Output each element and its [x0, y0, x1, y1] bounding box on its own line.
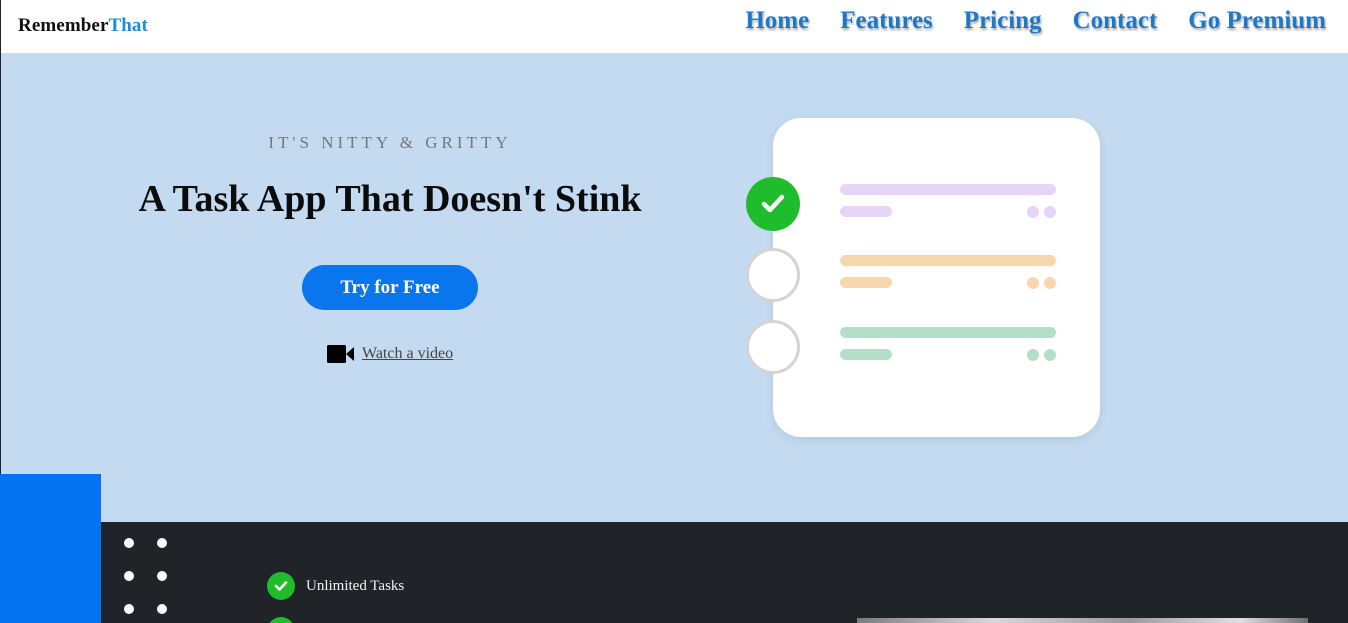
task-subline-2 [840, 277, 892, 288]
hero-section: IT'S NITTY & GRITTY A Task App That Does… [0, 53, 1348, 522]
task-dot [1027, 349, 1039, 361]
video-camera-icon [327, 345, 354, 363]
task-unchecked-icon [746, 248, 800, 302]
task-dot [1044, 349, 1056, 361]
task-line-3 [840, 327, 1056, 338]
nav-link-contact[interactable]: Contact [1073, 7, 1158, 35]
task-dot [1044, 206, 1056, 218]
task-unchecked-icon [746, 320, 800, 374]
task-checked-icon [746, 177, 800, 231]
nav-link-home[interactable]: Home [745, 7, 809, 35]
nav-link-features[interactable]: Features [840, 7, 933, 35]
brand-name-part1: Remember [18, 15, 109, 36]
navbar: RememberThat Home Features Pricing Conta… [0, 0, 1348, 53]
task-subline-3 [840, 349, 892, 360]
decorative-dot [157, 604, 167, 614]
task-subline-1 [840, 206, 892, 217]
feature-label: Unlimited Tasks [306, 577, 405, 594]
feature-item: Unlimited Tasks [267, 572, 404, 600]
nav-link-pricing[interactable]: Pricing [964, 7, 1042, 35]
decorative-dot [157, 538, 167, 548]
brand-logo[interactable]: RememberThat [18, 15, 148, 37]
hero-headline: A Task App That Doesn't Stink [138, 178, 642, 220]
task-dot [1027, 277, 1039, 289]
check-circle-icon [267, 572, 295, 600]
brand-name-part2: That [108, 15, 148, 36]
main-nav: Home Features Pricing Contact Go Premium [745, 7, 1326, 35]
hero-eyebrow: IT'S NITTY & GRITTY [268, 133, 512, 152]
task-line-2 [840, 255, 1056, 266]
decorative-dot [157, 571, 167, 581]
task-dot [1027, 206, 1039, 218]
watch-video-link[interactable]: Watch a video [327, 345, 453, 363]
nav-link-go-premium[interactable]: Go Premium [1188, 7, 1326, 35]
watch-video-label: Watch a video [362, 345, 454, 362]
decorative-dot [124, 538, 134, 548]
decorative-blue-block [0, 474, 101, 623]
try-for-free-button[interactable]: Try for Free [302, 265, 478, 310]
task-dot [1044, 277, 1056, 289]
decorative-dot [124, 571, 134, 581]
app-screenshot-preview [857, 618, 1308, 623]
decorative-dot [124, 604, 134, 614]
task-line-1 [840, 184, 1056, 195]
